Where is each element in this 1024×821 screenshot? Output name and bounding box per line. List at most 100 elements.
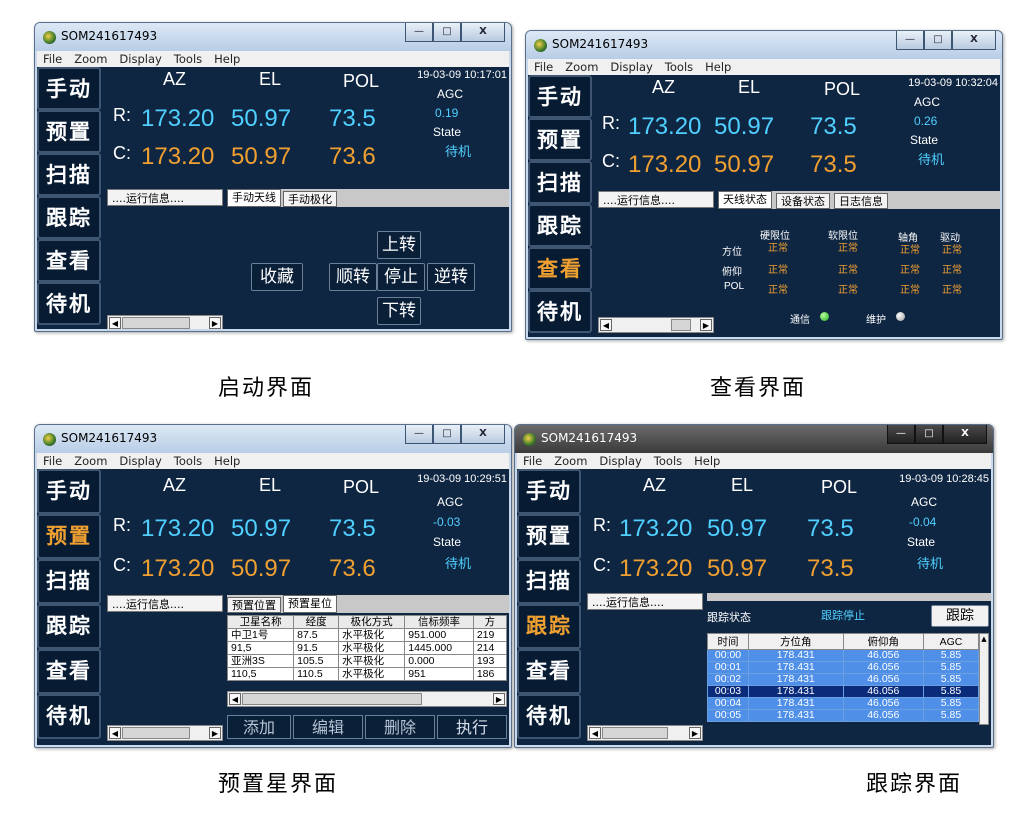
col-header[interactable]: 方位角 bbox=[748, 633, 844, 650]
stop-button[interactable]: 停止 bbox=[377, 263, 425, 291]
sidebar-item-scan[interactable]: 扫描 bbox=[37, 153, 101, 196]
menu-tools[interactable]: Tools bbox=[654, 453, 682, 469]
sidebar-item-track[interactable]: 跟踪 bbox=[528, 204, 592, 247]
maximize-button[interactable]: □ bbox=[433, 23, 461, 42]
execute-button[interactable]: 执行 bbox=[437, 715, 507, 739]
delete-button[interactable]: 删除 bbox=[365, 715, 435, 739]
run-info-scrollbar[interactable]: ◀ ▶ bbox=[587, 725, 703, 741]
sidebar-item-standby[interactable]: 待机 bbox=[37, 694, 101, 739]
menu-tools[interactable]: Tools bbox=[174, 453, 202, 469]
scroll-thumb[interactable] bbox=[671, 319, 691, 331]
sidebar-item-preset[interactable]: 预置 bbox=[37, 110, 101, 153]
scroll-right-icon[interactable]: ▶ bbox=[209, 317, 221, 329]
sidebar-item-manual[interactable]: 手动 bbox=[37, 67, 101, 110]
sidebar-item-preset[interactable]: 预置 bbox=[528, 118, 592, 161]
menu-help[interactable]: Help bbox=[214, 453, 240, 469]
clockwise-button[interactable]: 顺转 bbox=[329, 263, 377, 291]
sidebar-item-view[interactable]: 查看 bbox=[517, 649, 581, 694]
scroll-left-icon[interactable]: ◀ bbox=[229, 693, 241, 705]
sidebar-item-scan[interactable]: 扫描 bbox=[528, 161, 592, 204]
menu-file[interactable]: File bbox=[43, 453, 62, 469]
tab-device-status[interactable]: 设备状态 bbox=[776, 193, 830, 209]
table-row[interactable]: 中卫1号 87.5 水平极化 951.000 219 bbox=[226, 628, 508, 642]
col-header[interactable]: 方 bbox=[472, 615, 508, 629]
menu-help[interactable]: Help bbox=[214, 51, 240, 67]
sidebar-item-track[interactable]: 跟踪 bbox=[37, 196, 101, 239]
table-row[interactable]: 亚洲3S 105.5 水平极化 0.000 193 bbox=[226, 654, 508, 668]
run-info-scrollbar[interactable]: ◀ ▶ bbox=[598, 317, 714, 333]
scroll-thumb[interactable] bbox=[122, 727, 190, 739]
menu-zoom[interactable]: Zoom bbox=[554, 453, 587, 469]
run-info-scrollbar[interactable]: ◀ ▶ bbox=[107, 725, 223, 741]
down-button[interactable]: 下转 bbox=[377, 297, 421, 325]
menu-file[interactable]: File bbox=[43, 51, 62, 67]
menu-help[interactable]: Help bbox=[694, 453, 720, 469]
scroll-left-icon[interactable]: ◀ bbox=[600, 319, 612, 331]
counterclockwise-button[interactable]: 逆转 bbox=[427, 263, 475, 291]
menu-display[interactable]: Display bbox=[119, 51, 161, 67]
menu-zoom[interactable]: Zoom bbox=[565, 59, 598, 75]
menu-display[interactable]: Display bbox=[610, 59, 652, 75]
title-bar[interactable]: SOM241617493 — □ X bbox=[515, 425, 993, 453]
table-row[interactable]: 00:00 178.431 46.056 5.85 bbox=[707, 649, 979, 662]
scroll-right-icon[interactable]: ▶ bbox=[209, 727, 221, 739]
minimize-button[interactable]: — bbox=[405, 425, 433, 444]
close-button[interactable]: X bbox=[461, 23, 505, 42]
close-button[interactable]: X bbox=[952, 31, 996, 50]
col-header[interactable]: 极化方式 bbox=[338, 615, 406, 629]
menu-help[interactable]: Help bbox=[705, 59, 731, 75]
maximize-button[interactable]: □ bbox=[915, 425, 943, 444]
menu-zoom[interactable]: Zoom bbox=[74, 453, 107, 469]
menu-tools[interactable]: Tools bbox=[174, 51, 202, 67]
menu-tools[interactable]: Tools bbox=[665, 59, 693, 75]
sidebar-item-manual[interactable]: 手动 bbox=[517, 469, 581, 514]
sidebar-item-preset[interactable]: 预置 bbox=[517, 514, 581, 559]
sidebar-item-manual[interactable]: 手动 bbox=[37, 469, 101, 514]
sidebar-item-scan[interactable]: 扫描 bbox=[37, 559, 101, 604]
sidebar-item-scan[interactable]: 扫描 bbox=[517, 559, 581, 604]
table-row[interactable]: 00:01 178.431 46.056 5.85 bbox=[707, 661, 979, 674]
title-bar[interactable]: SOM241617493 — □ X bbox=[526, 31, 1002, 59]
sidebar-item-standby[interactable]: 待机 bbox=[528, 290, 592, 333]
add-button[interactable]: 添加 bbox=[227, 715, 291, 739]
sidebar-item-track[interactable]: 跟踪 bbox=[37, 604, 101, 649]
run-info-scrollbar[interactable]: ◀ ▶ bbox=[107, 315, 223, 329]
scroll-right-icon[interactable]: ▶ bbox=[700, 319, 712, 331]
menu-display[interactable]: Display bbox=[599, 453, 641, 469]
favorite-button[interactable]: 收藏 bbox=[251, 263, 303, 291]
tab-preset-position[interactable]: 预置位置 bbox=[227, 597, 281, 613]
col-header[interactable]: 经度 bbox=[293, 615, 340, 629]
col-header[interactable]: AGC bbox=[923, 633, 979, 650]
minimize-button[interactable]: — bbox=[896, 31, 924, 50]
sidebar-item-preset[interactable]: 预置 bbox=[37, 514, 101, 559]
col-header[interactable]: 卫星名称 bbox=[226, 615, 295, 629]
edit-button[interactable]: 编辑 bbox=[293, 715, 363, 739]
scroll-thumb[interactable] bbox=[602, 727, 668, 739]
tab-manual-polarization[interactable]: 手动极化 bbox=[283, 191, 337, 207]
scroll-right-icon[interactable]: ▶ bbox=[493, 693, 505, 705]
menu-zoom[interactable]: Zoom bbox=[74, 51, 107, 67]
sidebar-item-view[interactable]: 查看 bbox=[37, 649, 101, 694]
close-button[interactable]: X bbox=[943, 425, 987, 444]
table-row[interactable]: 91,5 91.5 水平极化 1445.000 214 bbox=[226, 641, 508, 655]
scroll-thumb[interactable] bbox=[122, 317, 190, 329]
col-header[interactable]: 俯仰角 bbox=[842, 633, 925, 650]
col-header[interactable]: 信标频率 bbox=[404, 615, 474, 629]
minimize-button[interactable]: — bbox=[405, 23, 433, 42]
track-vscrollbar[interactable]: ▲ bbox=[979, 633, 989, 725]
scroll-thumb[interactable] bbox=[242, 693, 422, 705]
tab-manual-antenna[interactable]: 手动天线 bbox=[227, 189, 281, 207]
table-row[interactable]: 00:02 178.431 46.056 5.85 bbox=[707, 673, 979, 686]
sidebar-item-view[interactable]: 查看 bbox=[528, 247, 592, 290]
track-button[interactable]: 跟踪 bbox=[931, 605, 989, 627]
sidebar-item-manual[interactable]: 手动 bbox=[528, 75, 592, 118]
scroll-right-icon[interactable]: ▶ bbox=[689, 727, 701, 739]
maximize-button[interactable]: □ bbox=[924, 31, 952, 50]
col-header[interactable]: 时间 bbox=[707, 633, 749, 650]
up-button[interactable]: 上转 bbox=[377, 231, 421, 259]
sidebar-item-standby[interactable]: 待机 bbox=[37, 282, 101, 325]
scroll-left-icon[interactable]: ◀ bbox=[589, 727, 601, 739]
menu-display[interactable]: Display bbox=[119, 453, 161, 469]
minimize-button[interactable]: — bbox=[887, 425, 915, 444]
sidebar-item-standby[interactable]: 待机 bbox=[517, 694, 581, 739]
